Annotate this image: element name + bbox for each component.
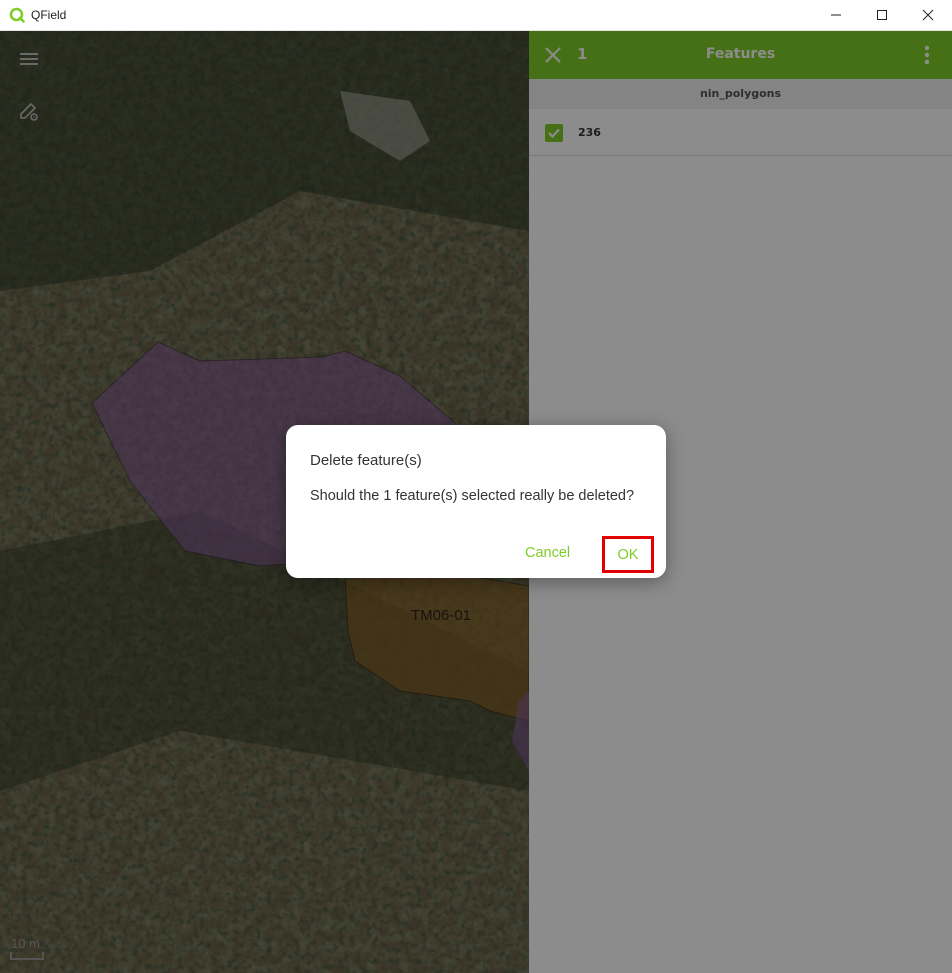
dialog-message: Should the 1 feature(s) selected really … [310,488,635,504]
dialog-title: Delete feature(s) [310,452,422,469]
qfield-logo-icon [9,7,25,23]
close-window-button[interactable] [905,0,951,30]
delete-confirmation-dialog: Delete feature(s) Should the 1 feature(s… [286,425,666,578]
maximize-button[interactable] [859,0,905,30]
cancel-button[interactable]: Cancel [525,545,570,561]
ok-button[interactable]: OK [602,536,654,573]
minimize-icon [831,14,841,16]
window-titlebar: QField [0,0,952,31]
close-icon [922,9,934,21]
window-title: QField [31,8,67,22]
ok-button-label: OK [617,546,639,563]
minimize-button[interactable] [813,0,859,30]
maximize-icon [877,10,887,20]
